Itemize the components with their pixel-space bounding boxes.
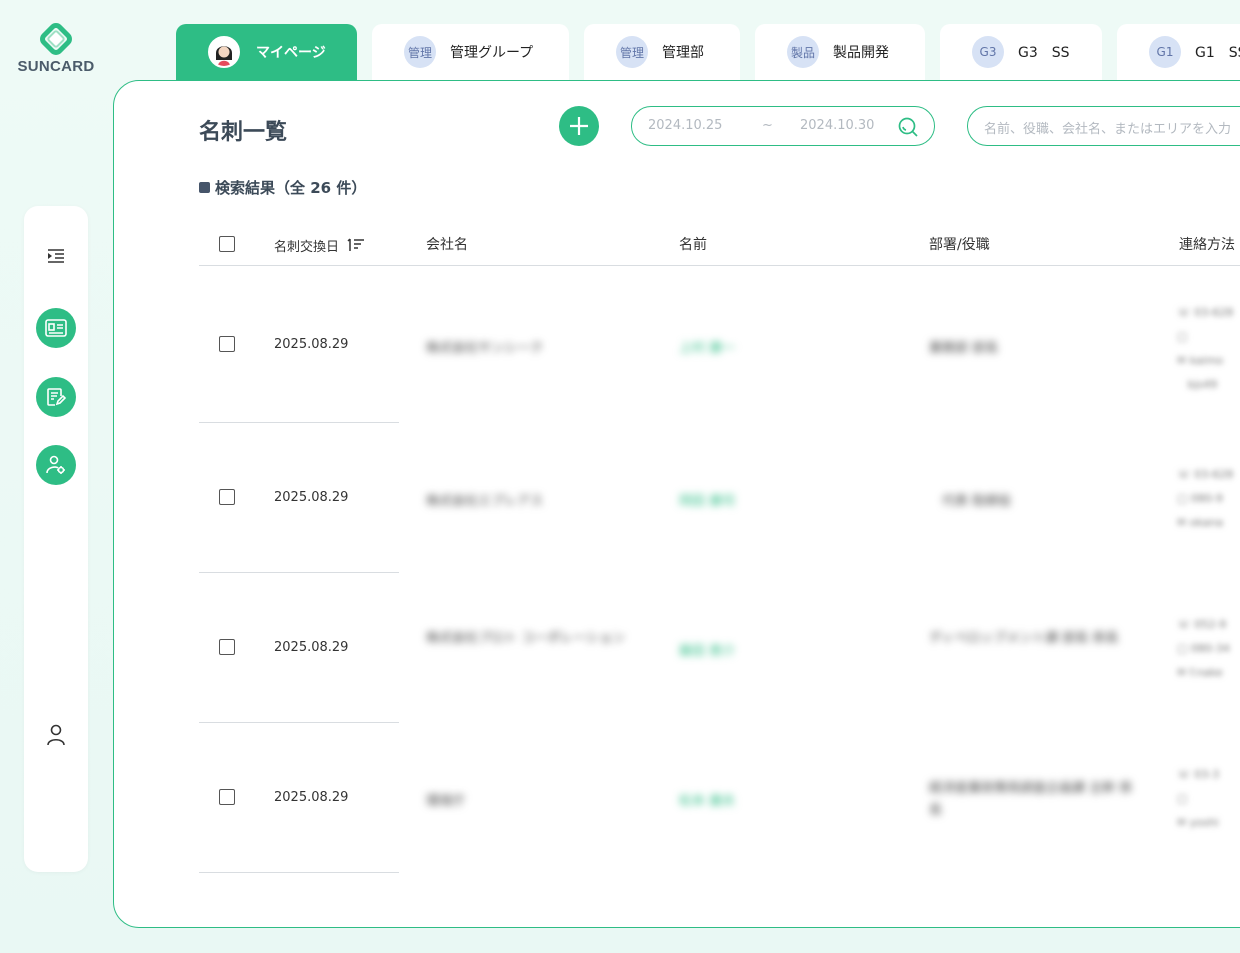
date-from[interactable]: 2024.10.25 — [648, 118, 722, 133]
table-row[interactable]: 2025.08.29 株式会社サンシーク 上村 康一 業務部 部長 ☏ 03-6… — [199, 267, 1240, 423]
group-badge: G1 — [1149, 36, 1181, 68]
tab-mypage[interactable]: マイページ — [176, 24, 357, 80]
exchange-date: 2025.08.29 — [274, 490, 349, 505]
header-company: 会社名 — [426, 237, 468, 253]
mobile-contact: ▢ 080-34 — [1177, 642, 1230, 655]
suncard-logo-icon — [40, 23, 72, 55]
group-badge: G3 — [972, 36, 1004, 68]
phone-contact: ☏ 03-628 — [1177, 468, 1234, 481]
edit-note-icon[interactable] — [36, 377, 76, 417]
tab-g3-ss[interactable]: G3 G3 SS — [940, 24, 1102, 80]
tab-label: 管理部 — [662, 45, 704, 61]
business-card-icon[interactable] — [36, 308, 76, 348]
email-contact: ✉ kaimo — [1177, 354, 1224, 367]
tab-g1-ss[interactable]: G1 G1 SS — [1117, 24, 1240, 80]
mobile-contact: ▢ — [1177, 792, 1188, 805]
page-title: 名刺一覧 — [199, 120, 288, 145]
phone-contact: ☏ 03-628 — [1177, 306, 1234, 319]
contact-info: ☏ 03-628 ▢ 080-9 ✉ okana — [1177, 463, 1233, 535]
results-count: 検索結果（全 26 件） — [199, 177, 366, 198]
table-row[interactable]: 2025.08.29 株式会社プロト コーポレーション 藤田 恵介 ディベロップ… — [199, 573, 1240, 723]
results-label: 検索結果（全 26 件） — [215, 179, 367, 197]
app-logo[interactable]: SUNCARD — [14, 22, 98, 75]
group-badge: 製品 — [787, 36, 819, 68]
mobile-contact: ▢ — [1177, 330, 1188, 343]
company-name: 株式会社エプレアス — [426, 494, 544, 509]
header-dept: 部署/役職 — [929, 237, 990, 253]
user-settings-icon[interactable] — [36, 445, 76, 485]
select-all-checkbox[interactable] — [219, 236, 235, 252]
user-icon[interactable] — [44, 723, 68, 747]
date-separator: ~ — [762, 118, 773, 133]
exchange-date: 2025.08.29 — [274, 640, 349, 655]
dept-title: 代表 取締役 — [942, 494, 1012, 509]
bullet-square — [199, 182, 210, 193]
email-contact: ✉ okana — [1177, 516, 1224, 529]
date-range-filter[interactable]: 2024.10.25 ~ 2024.10.30 — [631, 106, 935, 146]
dept-title: 経済産業政策局調査企画課 主幹 係長 — [929, 781, 1133, 818]
mobile-contact: ▢ 080-9 — [1177, 492, 1223, 505]
dept-title: 業務部 部長 — [929, 341, 999, 356]
header-date[interactable]: 名刺交換日 — [274, 236, 365, 255]
header-date-label: 名刺交換日 — [274, 240, 340, 255]
company-name: 株式会社プロト コーポレーション — [426, 631, 625, 646]
group-badge: 管理 — [404, 36, 436, 68]
row-divider — [199, 872, 399, 873]
email-contact-2: bjs49 — [1187, 378, 1218, 391]
exchange-date: 2025.08.29 — [274, 790, 349, 805]
table-row[interactable]: 2025.08.29 株式会社エプレアス 岡田 康司 代表 取締役 ☏ 03-6… — [199, 423, 1240, 573]
table-header: 名刺交換日 会社名 名前 部署/役職 連絡方法 — [199, 226, 1240, 266]
header-contact: 連絡方法 — [1179, 237, 1235, 253]
company-name: 株式会社サンシーク — [426, 341, 544, 356]
email-contact: ✉ f.nake — [1177, 666, 1223, 679]
plus-icon — [570, 117, 588, 135]
contact-info: ☏ 052-9 ▢ 080-34 ✉ f.nake — [1177, 613, 1230, 685]
date-to[interactable]: 2024.10.30 — [800, 118, 874, 133]
tab-label: 製品開発 — [833, 45, 889, 61]
sort-icon[interactable] — [347, 237, 365, 253]
tab-label: 管理グループ — [450, 45, 534, 61]
tab-admin-group[interactable]: 管理 管理グループ — [372, 24, 569, 80]
dept-title: ディベロップメント課 部長 係長 — [929, 631, 1119, 646]
contact-info: ☏ 03-3 ▢ ✉ yoshi — [1177, 763, 1219, 835]
add-card-button[interactable] — [559, 106, 599, 146]
search-icon[interactable] — [897, 116, 919, 142]
avatar-icon — [208, 36, 240, 68]
menu-indent-icon[interactable] — [44, 244, 68, 268]
row-checkbox[interactable] — [219, 639, 235, 655]
person-name[interactable]: 松本 康夫 — [679, 790, 735, 809]
sidebar — [24, 206, 88, 872]
person-name[interactable]: 上村 康一 — [679, 337, 735, 356]
group-badge: 管理 — [616, 36, 648, 68]
person-name[interactable]: 岡田 康司 — [679, 490, 735, 509]
contact-info: ☏ 03-628 ▢ ✉ kaimo bjs49 — [1177, 301, 1233, 397]
logo-text: SUNCARD — [17, 58, 95, 75]
header-name: 名前 — [679, 237, 707, 253]
tab-admin-dept[interactable]: 管理 管理部 — [584, 24, 740, 80]
phone-contact: ☏ 03-3 — [1177, 768, 1220, 781]
main-panel: 名刺一覧 2024.10.25 ~ 2024.10.30 名前、役職、会社名、ま… — [113, 80, 1240, 928]
person-name[interactable]: 藤田 恵介 — [679, 640, 735, 659]
tab-label: G3 SS — [1018, 45, 1070, 61]
tab-label: G1 SS — [1195, 45, 1240, 61]
row-checkbox[interactable] — [219, 489, 235, 505]
table-row[interactable]: 2025.08.29 環境庁 松本 康夫 経済産業政策局調査企画課 主幹 係長 … — [199, 723, 1240, 873]
exchange-date: 2025.08.29 — [274, 337, 349, 352]
row-checkbox[interactable] — [219, 789, 235, 805]
company-name: 環境庁 — [426, 794, 466, 809]
tab-product-dev[interactable]: 製品 製品開発 — [755, 24, 925, 80]
tab-label: マイページ — [256, 45, 326, 61]
row-checkbox[interactable] — [219, 336, 235, 352]
group-tabs: マイページ 管理 管理グループ 管理 管理部 製品 製品開発 G3 G3 SS … — [176, 24, 1240, 80]
keyword-search-input[interactable]: 名前、役職、会社名、またはエリアを入力 — [967, 106, 1240, 146]
phone-contact: ☏ 052-9 — [1177, 618, 1227, 631]
email-contact: ✉ yoshi — [1177, 816, 1219, 829]
